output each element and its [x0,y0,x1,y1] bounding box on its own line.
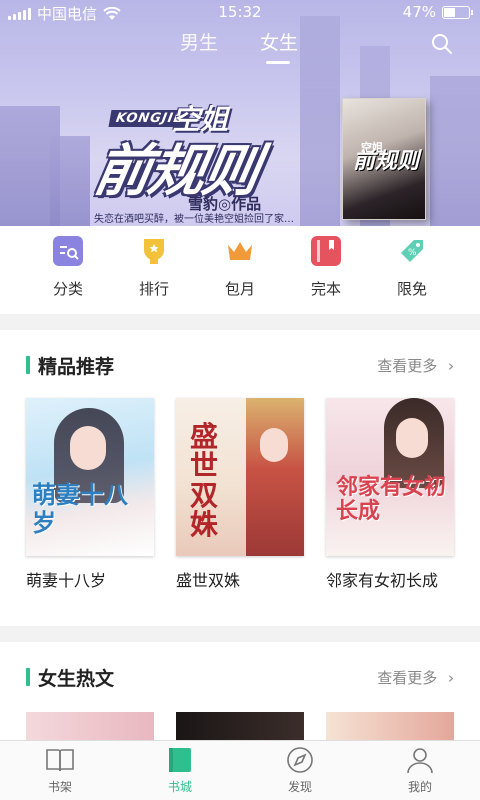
book-cover[interactable] [326,712,454,742]
featured-section: 精品推荐 查看更多 › 萌妻十八岁 萌妻十八岁 盛世双姝 盛世双姝 邻家有女初长… [0,330,480,626]
bookshelf-icon [44,745,76,775]
section-accent-bar [26,668,30,686]
banner-description: 失恋在酒吧买醉，被一位美艳空姐捡回了家… [94,214,294,225]
crown-icon [225,236,255,266]
female-hot-section: 女生热文 查看更多 › [0,642,480,742]
battery-percent: 47% [402,3,436,21]
chevron-right-icon: › [448,357,454,375]
shortcut-ranking[interactable]: 排行 [114,236,194,299]
app-screen: 中国电信 15:32 47% 男生 女生 KONGJIE 空姐 前规则 雪豹◎作… [0,0,480,800]
book-cover[interactable] [26,712,154,742]
tab-male[interactable]: 男生 [180,28,218,55]
tag-icon: % [397,236,427,266]
cover-title: 盛世双姝 [190,420,219,542]
tab-discover[interactable]: 发现 [252,745,348,795]
book-title: 萌妻十八岁 [26,571,107,590]
user-icon [404,745,436,775]
see-more-label: 查看更多 [377,669,438,687]
bottom-tab-bar: 书架 书城 发现 我的 [0,740,480,800]
shortcut-label: 包月 [224,280,255,298]
shortcut-completed[interactable]: 完本 [286,236,366,299]
svg-text:%: % [408,248,417,258]
banner-book-cover[interactable]: 空姐 前规则 [342,98,426,220]
tab-mine[interactable]: 我的 [372,745,468,795]
section-title: 精品推荐 [38,356,115,378]
search-icon[interactable] [430,32,454,56]
tab-label: 发现 [287,780,312,794]
shortcut-label: 排行 [138,280,169,298]
category-shortcuts: 分类 排行 包月 完本 % 限免 [0,226,480,314]
book-card[interactable]: 盛世双姝 盛世双姝 [176,398,304,592]
book-title: 盛世双姝 [176,571,241,590]
category-icon [53,236,83,266]
battery-icon [442,5,473,19]
shortcut-monthly[interactable]: 包月 [200,236,280,299]
bookstore-icon [164,745,196,775]
hero-banner[interactable]: 中国电信 15:32 47% 男生 女生 KONGJIE 空姐 前规则 雪豹◎作… [0,0,480,226]
book-cover: 盛世双姝 [176,398,304,556]
status-bar: 中国电信 15:32 47% [0,0,480,26]
shortcut-category[interactable]: 分类 [28,236,108,299]
section-title: 女生热文 [38,668,115,690]
compass-icon [284,745,316,775]
book-card[interactable]: 萌妻十八岁 萌妻十八岁 [26,398,154,592]
banner-book-title-big: 前规则 [353,149,420,174]
book-cover: 邻家有女初长成 [326,398,454,556]
cover-title: 邻家有女初长成 [336,475,447,525]
section-accent-bar [26,356,30,374]
section-header: 女生热文 查看更多 › [0,642,480,702]
gender-tabs: 男生 女生 [0,28,480,68]
book-icon [311,236,341,266]
tab-female[interactable]: 女生 [260,28,298,55]
see-more-link[interactable]: 查看更多 › [377,667,454,688]
tab-label: 书城 [167,780,192,794]
shortcut-free[interactable]: % 限免 [372,236,452,299]
skyline-decoration [430,76,480,226]
book-cover[interactable] [176,712,304,742]
see-more-label: 查看更多 [377,357,438,375]
book-cover: 萌妻十八岁 [26,398,154,556]
see-more-link[interactable]: 查看更多 › [377,355,454,376]
shortcut-label: 限免 [396,280,427,298]
active-tab-indicator [266,61,290,64]
book-card[interactable]: 邻家有女初长成 邻家有女初长成 [326,398,454,592]
section-header: 精品推荐 查看更多 › [0,330,480,390]
tab-bookshelf[interactable]: 书架 [12,745,108,795]
tab-label: 书架 [47,780,72,794]
cover-title: 萌妻十八岁 [32,481,128,537]
ranking-icon [139,236,169,266]
tab-label: 我的 [407,780,432,794]
shortcut-label: 分类 [52,280,83,298]
chevron-right-icon: › [448,669,454,687]
tab-bookstore[interactable]: 书城 [132,745,228,795]
shortcut-label: 完本 [310,280,341,298]
book-title: 邻家有女初长成 [326,571,439,590]
skyline-decoration [50,136,90,226]
